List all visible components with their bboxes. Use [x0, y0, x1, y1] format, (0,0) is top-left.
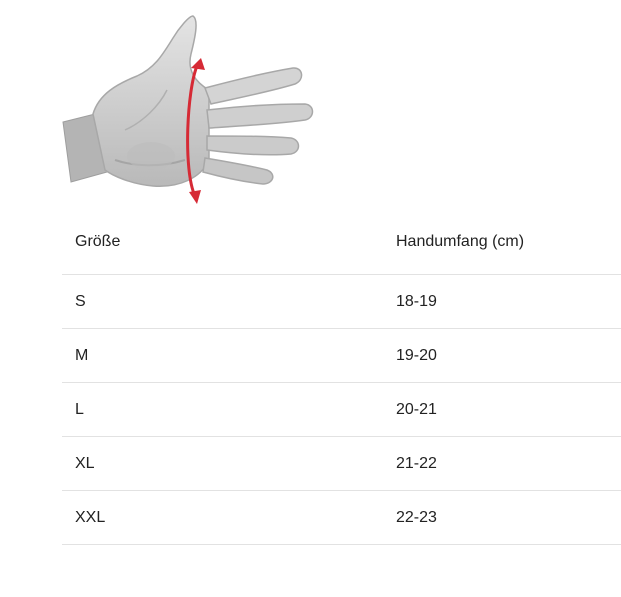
- circumference-cell: 18-19: [396, 292, 437, 310]
- table-row: S 18-19: [62, 275, 621, 329]
- circumference-cell: 20-21: [396, 400, 437, 418]
- circumference-column-header: Handumfang (cm): [396, 233, 525, 250]
- hand-measurement-illustration: [55, 10, 320, 205]
- circumference-cell: 21-22: [396, 454, 437, 472]
- table-row: M 19-20: [62, 329, 621, 383]
- circumference-cell: 19-20: [396, 346, 437, 364]
- table-row: XL 21-22: [62, 437, 621, 491]
- size-chart-table: Größe Handumfang (cm) S 18-19 M 19-20 L …: [62, 210, 621, 545]
- size-cell: XXL: [75, 508, 106, 526]
- size-cell: M: [75, 346, 89, 364]
- circumference-cell: 22-23: [396, 508, 437, 526]
- size-cell: S: [75, 292, 86, 310]
- size-cell: L: [75, 400, 84, 418]
- arrow-up-icon: [191, 58, 205, 70]
- table-header-row: Größe Handumfang (cm): [62, 210, 621, 275]
- size-column-header: Größe: [75, 233, 121, 250]
- hand-icon: [62, 15, 314, 204]
- size-cell: XL: [75, 454, 95, 472]
- table-row: XXL 22-23: [62, 491, 621, 545]
- arrow-down-icon: [189, 190, 201, 204]
- table-row: L 20-21: [62, 383, 621, 437]
